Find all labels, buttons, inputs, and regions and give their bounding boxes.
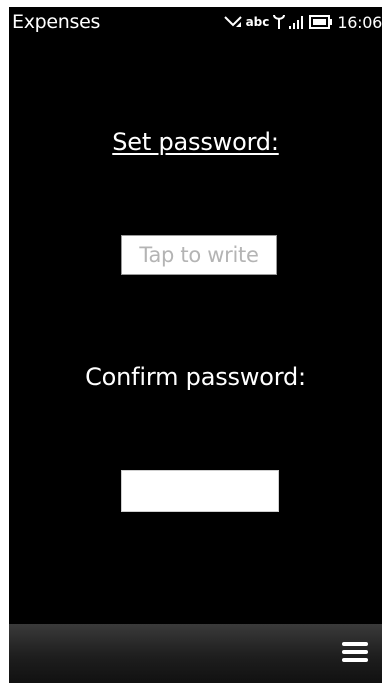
- signal-strength-icon: [289, 15, 305, 29]
- antenna-icon: [273, 14, 286, 30]
- bottom-toolbar: [9, 624, 382, 683]
- message-indicator-icon: [223, 16, 242, 28]
- battery-icon: [309, 15, 333, 29]
- input-mode-indicator: abc: [245, 15, 270, 29]
- app-title: Expenses: [12, 11, 101, 33]
- confirm-password-input[interactable]: [121, 470, 279, 512]
- clock: 16:06: [337, 12, 382, 32]
- menu-icon[interactable]: [342, 642, 370, 666]
- set-password-label: Set password:: [112, 128, 279, 156]
- status-icons: abc 16:06: [223, 10, 382, 34]
- confirm-password-label: Confirm password:: [85, 363, 306, 391]
- status-bar: Expenses abc 16:06: [9, 7, 382, 37]
- app-screen: Expenses abc 16:06 Set password: Confirm…: [9, 7, 382, 683]
- set-password-input[interactable]: [121, 235, 277, 275]
